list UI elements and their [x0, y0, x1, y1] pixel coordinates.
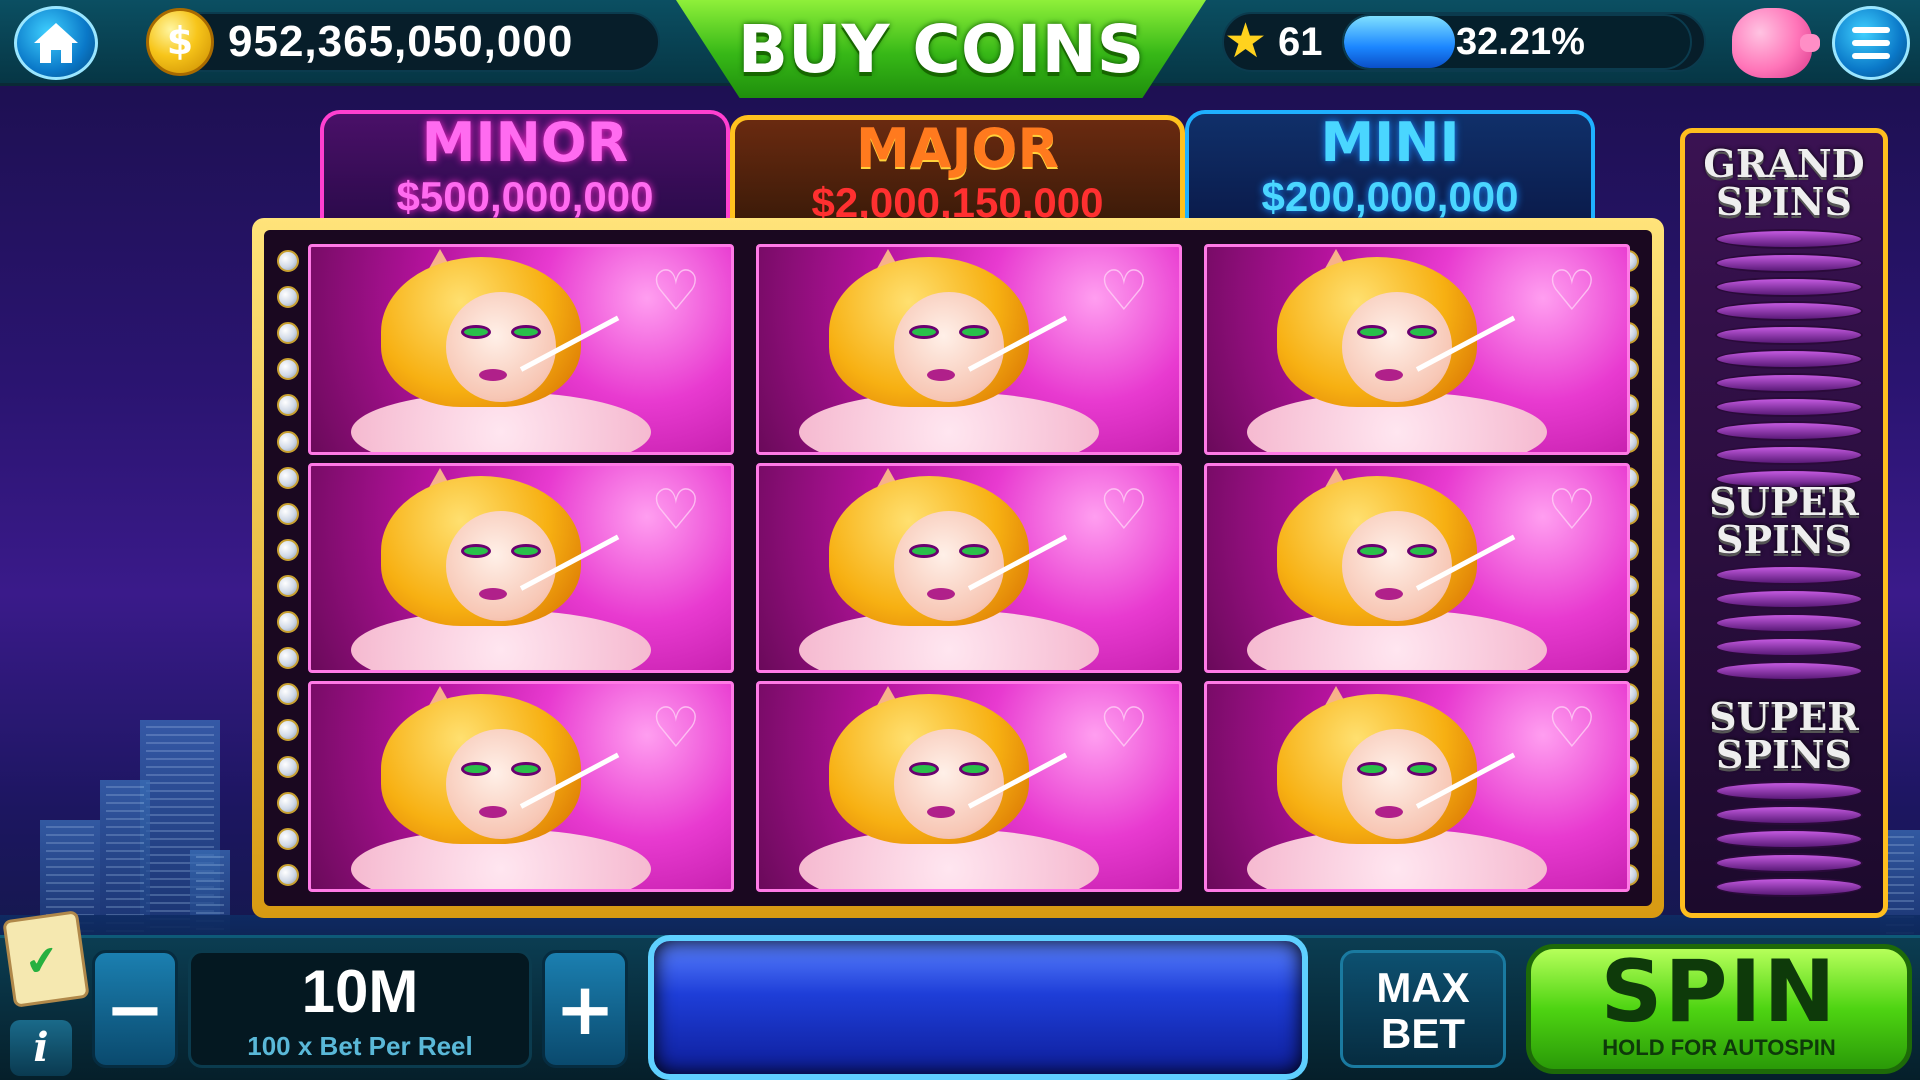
menu-icon — [1852, 27, 1890, 33]
star-icon: ★ — [1224, 13, 1268, 69]
jackpot-mini-name: MINI — [1320, 111, 1460, 174]
chip — [1715, 277, 1863, 297]
reel-light — [277, 502, 299, 525]
chip — [1715, 613, 1863, 633]
jackpot-major-name: MAJOR — [855, 117, 1060, 180]
cat-lady-symbol: ♡ — [1204, 462, 1630, 674]
max-bet-button[interactable]: MAX BET — [1340, 950, 1506, 1068]
home-button[interactable] — [14, 6, 98, 80]
xp-progress-fill — [1344, 16, 1455, 68]
chip — [1715, 301, 1863, 321]
grand-spins-label: GRAND SPINS — [1703, 141, 1865, 224]
buy-coins-button[interactable]: BUY COINS — [676, 0, 1206, 98]
reel-column: ♡ ♡ ♡ — [1204, 244, 1630, 893]
reel-light — [277, 863, 299, 886]
chip — [1715, 229, 1863, 249]
xp-percent: 32.21% — [1456, 21, 1585, 63]
reel-light — [277, 538, 299, 561]
jackpot-mini: MINI $200,000,000 — [1185, 110, 1595, 225]
super-spins-stack-1 — [1715, 565, 1863, 681]
reel-column: ♡ ♡ ♡ — [756, 244, 1182, 893]
jackpot-minor-value: $500,000,000 — [396, 173, 654, 220]
chip — [1715, 637, 1863, 657]
menu-button[interactable] — [1832, 6, 1910, 80]
home-icon — [34, 23, 78, 63]
chip — [1715, 325, 1863, 345]
jackpot-mini-value: $200,000,000 — [1261, 173, 1519, 220]
reel-light — [277, 574, 299, 597]
reel-light — [277, 647, 299, 670]
player-level: 61 — [1278, 20, 1323, 64]
chip — [1715, 373, 1863, 393]
reel-column: ♡ ♡ ♡ — [308, 244, 734, 893]
reel-light — [277, 358, 299, 381]
reel-light — [277, 286, 299, 309]
reel-light — [277, 791, 299, 814]
chip — [1715, 397, 1863, 417]
jackpot-major: MAJOR $2,000,150,000 — [730, 115, 1185, 230]
clipboard-check-icon[interactable] — [2, 910, 90, 1008]
bet-subtitle: 100 x Bet Per Reel — [247, 1031, 473, 1061]
chip — [1715, 853, 1863, 873]
cat-lady-symbol: ♡ — [308, 244, 734, 455]
cat-lady-symbol: ♡ — [756, 462, 1182, 674]
cat-lady-symbol: ♡ — [756, 681, 1182, 893]
cat-lady-symbol: ♡ — [1204, 244, 1630, 455]
reel-light — [277, 430, 299, 453]
cat-lady-symbol: ♡ — [308, 462, 734, 674]
reel-light — [277, 466, 299, 489]
chip — [1715, 253, 1863, 273]
super-spins-label-2: SUPER SPINS — [1709, 694, 1859, 777]
bet-display: 10M 100 x Bet Per Reel — [188, 950, 532, 1068]
reel-light — [277, 250, 299, 272]
chip — [1715, 805, 1863, 825]
spin-button[interactable]: SPIN HOLD FOR AUTOSPIN — [1526, 944, 1912, 1074]
super-spins-label-1: SUPER SPINS — [1709, 479, 1859, 562]
chip — [1715, 781, 1863, 801]
chip — [1715, 589, 1863, 609]
jackpot-minor-name: MINOR — [421, 111, 629, 174]
chip — [1715, 877, 1863, 897]
reel-light — [277, 611, 299, 634]
spin-subtitle: HOLD FOR AUTOSPIN — [1602, 1035, 1836, 1060]
decrease-bet-button[interactable]: − — [92, 950, 178, 1068]
chip — [1715, 565, 1863, 585]
grand-spins-stack — [1715, 229, 1863, 489]
cat-lady-symbol: ♡ — [1204, 681, 1630, 893]
chip — [1715, 445, 1863, 465]
info-button[interactable]: i — [10, 1020, 72, 1076]
light-strip-left — [268, 250, 308, 886]
reel-light — [277, 322, 299, 345]
bet-value: 10M — [301, 958, 419, 1025]
piggy-bank-icon[interactable] — [1732, 8, 1820, 78]
coin-balance: 952,365,050,000 — [228, 17, 574, 66]
reel-light — [277, 719, 299, 742]
reel-area[interactable]: ♡ ♡ ♡ ♡ ♡ ♡ ♡ ♡ ♡ — [264, 230, 1652, 906]
reel-light — [277, 755, 299, 778]
reel-light — [277, 827, 299, 850]
reel-frame: ♡ ♡ ♡ ♡ ♡ ♡ ♡ ♡ ♡ — [252, 218, 1664, 918]
top-bar: $ 952,365,050,000 BUY COINS ★ 61 32.21% — [0, 0, 1920, 98]
reel-light — [277, 394, 299, 417]
message-panel — [648, 935, 1308, 1080]
chip — [1715, 421, 1863, 441]
super-spins-stack-2 — [1715, 781, 1863, 897]
coin-icon: $ — [146, 8, 214, 76]
spins-panel: GRAND SPINS SUPER SPINS SUPER SPINS — [1680, 128, 1888, 918]
chip — [1715, 349, 1863, 369]
max-bet-label: MAX BET — [1376, 964, 1470, 1057]
cat-lady-symbol: ♡ — [756, 244, 1182, 455]
increase-bet-button[interactable]: + — [542, 950, 628, 1068]
chip — [1715, 829, 1863, 849]
chip — [1715, 661, 1863, 681]
reel-light — [277, 683, 299, 706]
jackpot-minor: MINOR $500,000,000 — [320, 110, 730, 225]
spin-label: SPIN — [1600, 942, 1838, 1042]
cat-lady-symbol: ♡ — [308, 681, 734, 893]
